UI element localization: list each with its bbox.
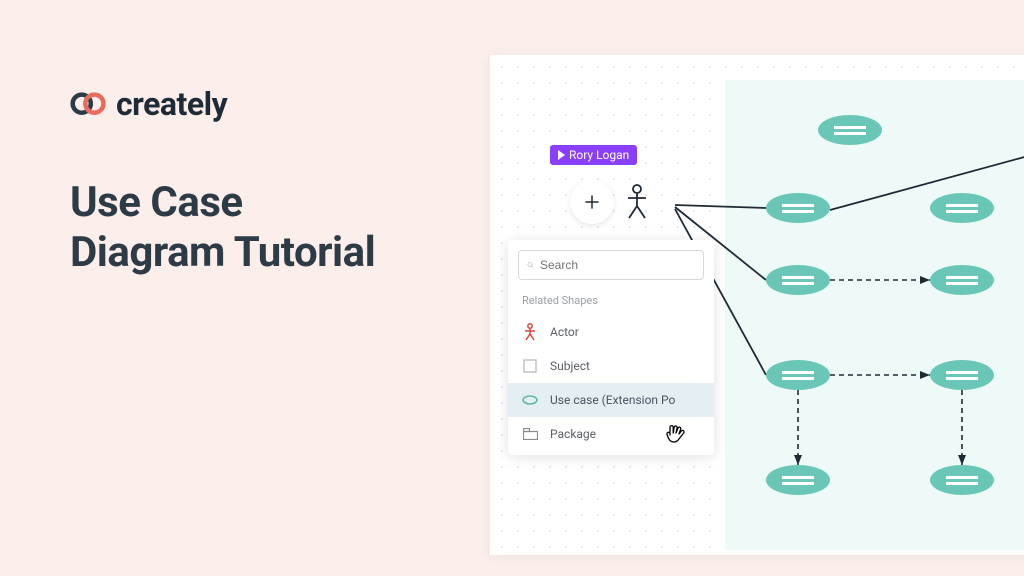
shape-item-label: Subject	[550, 359, 590, 373]
actor-figure-icon[interactable]	[626, 184, 648, 220]
usecase-node[interactable]	[930, 193, 994, 223]
diagram-canvas[interactable]: Rory Logan Related Shapes Actor	[490, 55, 1024, 555]
shapes-heading: Related Shapes	[508, 290, 714, 315]
usecase-node[interactable]	[766, 465, 830, 495]
brand-row: creately	[70, 85, 450, 123]
canvas-toolbar	[570, 180, 648, 224]
usecase-node[interactable]	[766, 360, 830, 390]
shape-item-actor[interactable]: Actor	[508, 315, 714, 349]
brand-name: creately	[116, 85, 227, 123]
shape-item-usecase-extension[interactable]: Use case (Extension Po	[508, 383, 714, 417]
usecase-node[interactable]	[930, 465, 994, 495]
collaborator-name: Rory Logan	[569, 148, 629, 162]
usecase-node[interactable]	[930, 265, 994, 295]
search-input[interactable]	[540, 258, 695, 272]
search-icon	[527, 258, 534, 272]
title-line-1: Use Case	[70, 178, 243, 227]
actor-icon	[522, 324, 538, 340]
usecase-node[interactable]	[766, 265, 830, 295]
page-title: Use Case Diagram Tutorial	[70, 178, 450, 279]
creately-logo-icon	[70, 91, 108, 117]
title-line-2: Diagram Tutorial	[70, 228, 375, 277]
plus-icon	[583, 193, 601, 211]
shape-item-subject[interactable]: Subject	[508, 349, 714, 383]
subject-icon	[522, 358, 538, 374]
usecase-icon	[522, 392, 538, 408]
shapes-panel: Related Shapes Actor Subject Use case (E…	[508, 240, 714, 455]
left-panel: creately Use Case Diagram Tutorial	[70, 85, 450, 279]
cursor-pointer-icon	[558, 150, 565, 160]
package-icon	[522, 426, 538, 442]
usecase-node[interactable]	[766, 193, 830, 223]
shape-item-label: Package	[550, 427, 596, 441]
shape-item-label: Use case (Extension Po	[550, 393, 675, 407]
shape-item-label: Actor	[550, 325, 579, 339]
add-shape-button[interactable]	[570, 180, 614, 224]
shape-search[interactable]	[518, 250, 704, 280]
usecase-node[interactable]	[930, 360, 994, 390]
usecase-node[interactable]	[818, 115, 882, 145]
collaborator-cursor-label: Rory Logan	[550, 145, 637, 165]
shape-item-package[interactable]: Package	[508, 417, 714, 451]
